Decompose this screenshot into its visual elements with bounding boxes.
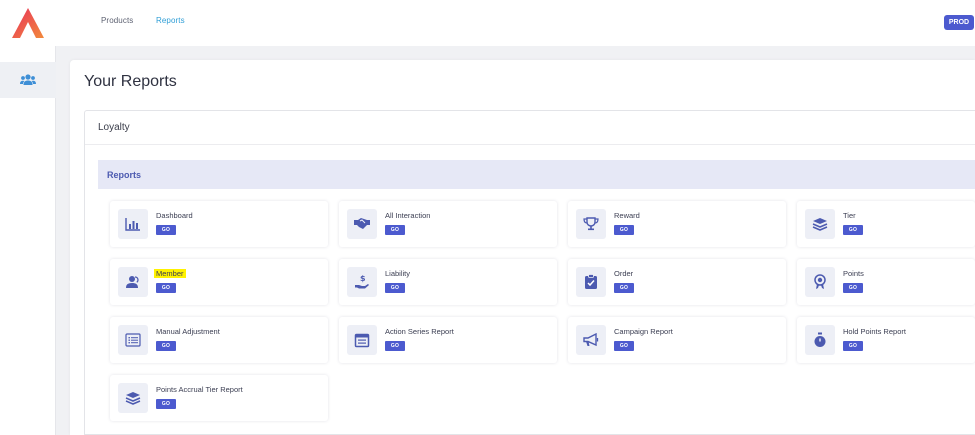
app-logo[interactable] (11, 7, 45, 39)
report-label: All Interaction (385, 211, 431, 220)
go-button-order[interactable]: GO (614, 283, 634, 293)
top-bar: Products Reports PROD (0, 0, 975, 46)
go-button-all-interaction[interactable]: GO (385, 225, 405, 235)
go-button-member[interactable]: GO (156, 283, 176, 293)
go-button-action-series[interactable]: GO (385, 341, 405, 351)
list-icon (118, 325, 148, 355)
report-label: Points (843, 269, 864, 278)
page-title: Your Reports (84, 73, 177, 90)
report-tile-member: Member GO (110, 259, 328, 305)
report-tile-action-series: Action Series Report GO (339, 317, 557, 363)
member-icon (118, 267, 148, 297)
go-button-dashboard[interactable]: GO (156, 225, 176, 235)
report-tile-manual-adjustment: Manual Adjustment GO (110, 317, 328, 363)
report-label: Manual Adjustment (156, 327, 220, 336)
report-label: Dashboard (156, 211, 193, 220)
layers-icon (118, 383, 148, 413)
report-tile-campaign: Campaign Report GO (568, 317, 786, 363)
megaphone-icon (576, 325, 606, 355)
calendar-icon (347, 325, 377, 355)
layers-icon (805, 209, 835, 239)
report-tile-tier: Tier GO (797, 201, 975, 247)
loyalty-section-title: Loyalty (98, 122, 130, 133)
reports-group-title: Reports (107, 170, 142, 180)
go-button-reward[interactable]: GO (614, 225, 634, 235)
go-button-campaign[interactable]: GO (614, 341, 634, 351)
report-label: Points Accrual Tier Report (156, 385, 243, 394)
handshake-icon (347, 209, 377, 239)
bar-chart-icon (118, 209, 148, 239)
report-tile-points: Points GO (797, 259, 975, 305)
report-label: Hold Points Report (843, 327, 906, 336)
go-button-points[interactable]: GO (843, 283, 863, 293)
report-tile-points-accrual-tier: Points Accrual Tier Report GO (110, 375, 328, 421)
sidebar (0, 46, 56, 435)
sidebar-item-members[interactable] (0, 62, 56, 98)
report-tile-all-interaction: All Interaction GO (339, 201, 557, 247)
clipboard-check-icon (576, 267, 606, 297)
env-badge[interactable]: PROD (944, 15, 974, 30)
go-button-manual-adjustment[interactable]: GO (156, 341, 176, 351)
go-button-liability[interactable]: GO (385, 283, 405, 293)
go-button-tier[interactable]: GO (843, 225, 863, 235)
hand-dollar-icon: $ (347, 267, 377, 297)
go-button-points-accrual-tier[interactable]: GO (156, 399, 176, 409)
medal-icon (805, 267, 835, 297)
report-tile-order: Order GO (568, 259, 786, 305)
report-label: Liability (385, 269, 411, 278)
report-tile-hold-points: Hold Points Report GO (797, 317, 975, 363)
nav-products[interactable]: Products (101, 16, 133, 25)
go-button-hold-points[interactable]: GO (843, 341, 863, 351)
report-label: Campaign Report (614, 327, 673, 336)
report-tile-reward: Reward GO (568, 201, 786, 247)
trophy-icon (576, 209, 606, 239)
nav-reports[interactable]: Reports (156, 16, 185, 25)
reports-group-header (98, 160, 975, 189)
report-label: Reward (614, 211, 640, 220)
report-label: Order (614, 269, 634, 278)
divider (85, 144, 975, 145)
stopwatch-icon (805, 325, 835, 355)
report-tile-dashboard: Dashboard GO (110, 201, 328, 247)
report-tile-liability: $ Liability GO (339, 259, 557, 305)
report-label: Tier (843, 211, 856, 220)
report-label: Action Series Report (385, 327, 454, 336)
report-label-highlighted: Member (154, 269, 186, 278)
users-icon (20, 74, 36, 85)
svg-text:$: $ (360, 274, 366, 283)
